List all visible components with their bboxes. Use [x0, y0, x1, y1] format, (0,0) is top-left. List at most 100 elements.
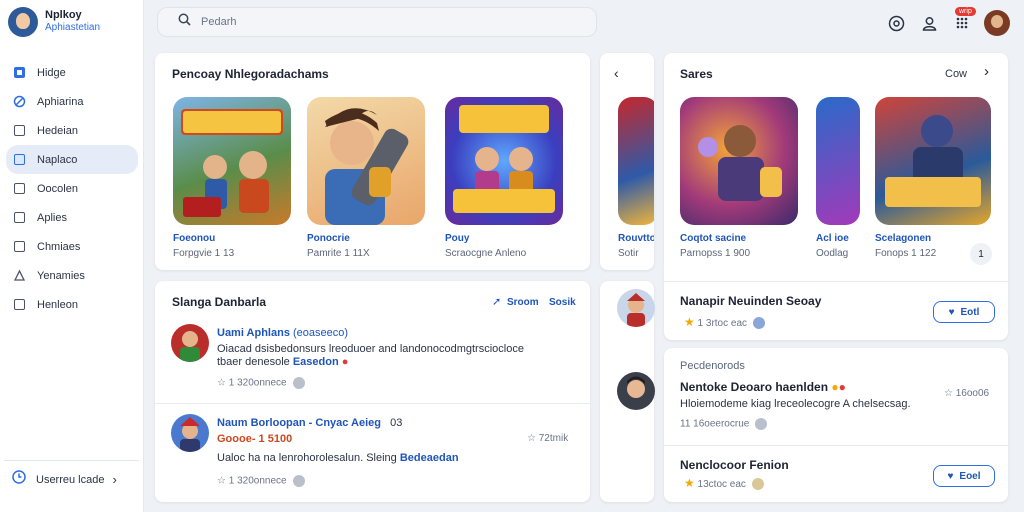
featured-card: Pencoay Nhlegoradachams Foeonou Forpgvie… [155, 53, 590, 270]
star-icon: ★ [684, 315, 695, 329]
brand-name: Nplkoy [45, 9, 82, 21]
places-icon [13, 153, 26, 166]
post-2-subline: Goooe- 1 5100 [217, 433, 293, 445]
hidden-icon [13, 124, 26, 137]
avatar-column [600, 281, 655, 502]
recommended-card: Pecdenorods Nentoke Deoaro haenlden ●● H… [664, 348, 1008, 502]
sale-tile-3[interactable] [875, 97, 991, 225]
sale-tile-2-meta: Oodlag [816, 248, 849, 259]
post-2-count: ☆ 72tmik [527, 433, 569, 444]
top-actions: wrip [876, 7, 1010, 37]
game-tile-3-meta: Scraocgne Anleno [445, 248, 527, 259]
collection-icon [13, 182, 26, 195]
game-tile-3-name[interactable]: Pouy [445, 233, 469, 244]
follow-button-2[interactable]: ♥ Eoel [933, 465, 995, 487]
sales-title: Sares [680, 67, 713, 81]
more-icon[interactable] [292, 377, 305, 389]
sales-count-badge[interactable]: 1 [970, 243, 992, 265]
sidebar-item-hidden[interactable]: Hedeian [6, 116, 138, 145]
sidebar-footer-button[interactable]: Userreu lcade › [4, 460, 139, 498]
sale-tile-2[interactable] [816, 97, 860, 225]
sidebar-item-label: Hedeian [37, 124, 78, 137]
channels-icon [13, 240, 26, 253]
game-tile-partial[interactable] [618, 97, 654, 225]
sidebar-item-label: Naplaco [37, 153, 78, 166]
help-icon [13, 298, 26, 311]
apps-grid-icon[interactable]: wrip [949, 7, 976, 36]
post-2-avatar[interactable] [171, 414, 209, 452]
chevron-left-icon[interactable]: ‹ [614, 65, 619, 81]
sidebar-item-apps[interactable]: Aphiarina [6, 87, 138, 116]
heart-icon: ♥ [948, 306, 955, 318]
sale-tile-2-name[interactable]: Acl ioe [816, 233, 849, 244]
post-2-text: Ualoc ha na lenrohorolesalun. Sleing Bed… [217, 452, 459, 464]
user-avatar[interactable] [984, 10, 1010, 36]
star-icon: ★ [684, 476, 695, 490]
sidebar-item-games[interactable]: Yenamies [6, 261, 138, 290]
apps-list-icon [13, 211, 26, 224]
sale-tile-3-name[interactable]: Scelagonen [875, 233, 931, 244]
carousel-peek-card: ‹ Rouvtto Sotir [600, 53, 654, 270]
game-tile-1-name[interactable]: Foeonou [173, 233, 215, 244]
games-icon [13, 269, 26, 282]
feed-link-2[interactable]: Sosik [549, 297, 576, 308]
verified-icon [753, 317, 766, 330]
search-icon [178, 13, 191, 31]
contact-1-avatar[interactable] [617, 289, 655, 327]
recommended-label: Pecdenorods [680, 360, 745, 372]
more-icon[interactable] [755, 418, 768, 430]
game-tile-2[interactable] [307, 97, 425, 225]
sidebar-item-help[interactable]: Henleon [6, 290, 138, 319]
sale-tile-1[interactable] [680, 97, 798, 225]
chevron-right-icon[interactable]: › [984, 63, 989, 80]
recommended-item-text: Hloiemodeme kiag lreceolecogre A chelsec… [680, 398, 911, 410]
game-tile-3[interactable] [445, 97, 563, 225]
sidebar-item-apps-list[interactable]: Aplies [6, 203, 138, 232]
sale-tile-1-meta: Parnopss 1 900 [680, 248, 751, 259]
contact-2-avatar[interactable] [617, 372, 655, 410]
settings-icon[interactable] [883, 10, 909, 36]
sidebar-item-channels[interactable]: Chmiaes [6, 232, 138, 261]
game-tile-partial-name[interactable]: Rouvtto [618, 233, 654, 244]
post-1-meta: ☆ 1 320onnece [217, 377, 305, 389]
bottom-item-meta: ★ 13ctoc eac [684, 476, 764, 491]
feed-title: Slanga Danbarla [172, 295, 267, 309]
user-icon[interactable] [916, 10, 942, 36]
heart-icon: ♥ [947, 470, 954, 482]
game-tile-partial-meta: Sotir [618, 248, 639, 259]
game-tile-2-name[interactable]: Ponocrie [307, 233, 350, 244]
post-2-author[interactable]: Naum Borloopan - Cnyac Aeieg 03 [217, 417, 402, 429]
sidebar-item-home[interactable]: Hidge [6, 58, 138, 87]
share-icon[interactable]: ➚ [492, 295, 501, 308]
sidebar-item-collection[interactable]: Oocolen [6, 174, 138, 203]
sales-more-link[interactable]: Cow [945, 68, 967, 80]
post-2-meta: ☆ 1 320onnece [217, 475, 305, 487]
divider [664, 281, 1008, 282]
feed-card: Slanga Danbarla ➚ Sroom Sosik Uami Aphla… [155, 281, 590, 502]
feed-link-1[interactable]: Sroom [507, 297, 539, 308]
recommended-item-meta: 11 16oeerocrue [680, 418, 768, 430]
search-input[interactable] [201, 16, 501, 28]
sidebar-item-label: Oocolen [37, 182, 78, 195]
post-1-avatar[interactable] [171, 324, 209, 362]
brand-subtitle: Aphiastetian [45, 22, 101, 33]
recommended-item-count: ☆ 16oo06 [944, 388, 990, 399]
search-bar[interactable] [157, 7, 597, 37]
brand[interactable]: Nplkoy Aphiastetian [8, 7, 138, 37]
brand-logo [8, 7, 38, 37]
sale-tile-1-name[interactable]: Coqtot sacine [680, 233, 746, 244]
divider [155, 403, 590, 404]
recommended-item-title: Nentoke Deoaro haenlden ●● [680, 380, 846, 394]
sidebar-item-label: Hidge [37, 66, 66, 79]
chevron-right-icon: › [112, 472, 117, 487]
sidebar-item-places[interactable]: Naplaco [6, 145, 138, 174]
sidebar-item-label: Yenamies [37, 269, 85, 282]
verified-icon [751, 478, 764, 491]
more-icon[interactable] [292, 475, 305, 487]
game-tile-1[interactable] [173, 97, 291, 225]
home-icon [13, 66, 26, 79]
sidebar-item-label: Chmiaes [37, 240, 81, 253]
post-1-author[interactable]: Uami Aphlans (eoaseeco) [217, 327, 348, 339]
clock-icon [12, 470, 26, 489]
follow-button[interactable]: ♥ Eotl [933, 301, 995, 323]
